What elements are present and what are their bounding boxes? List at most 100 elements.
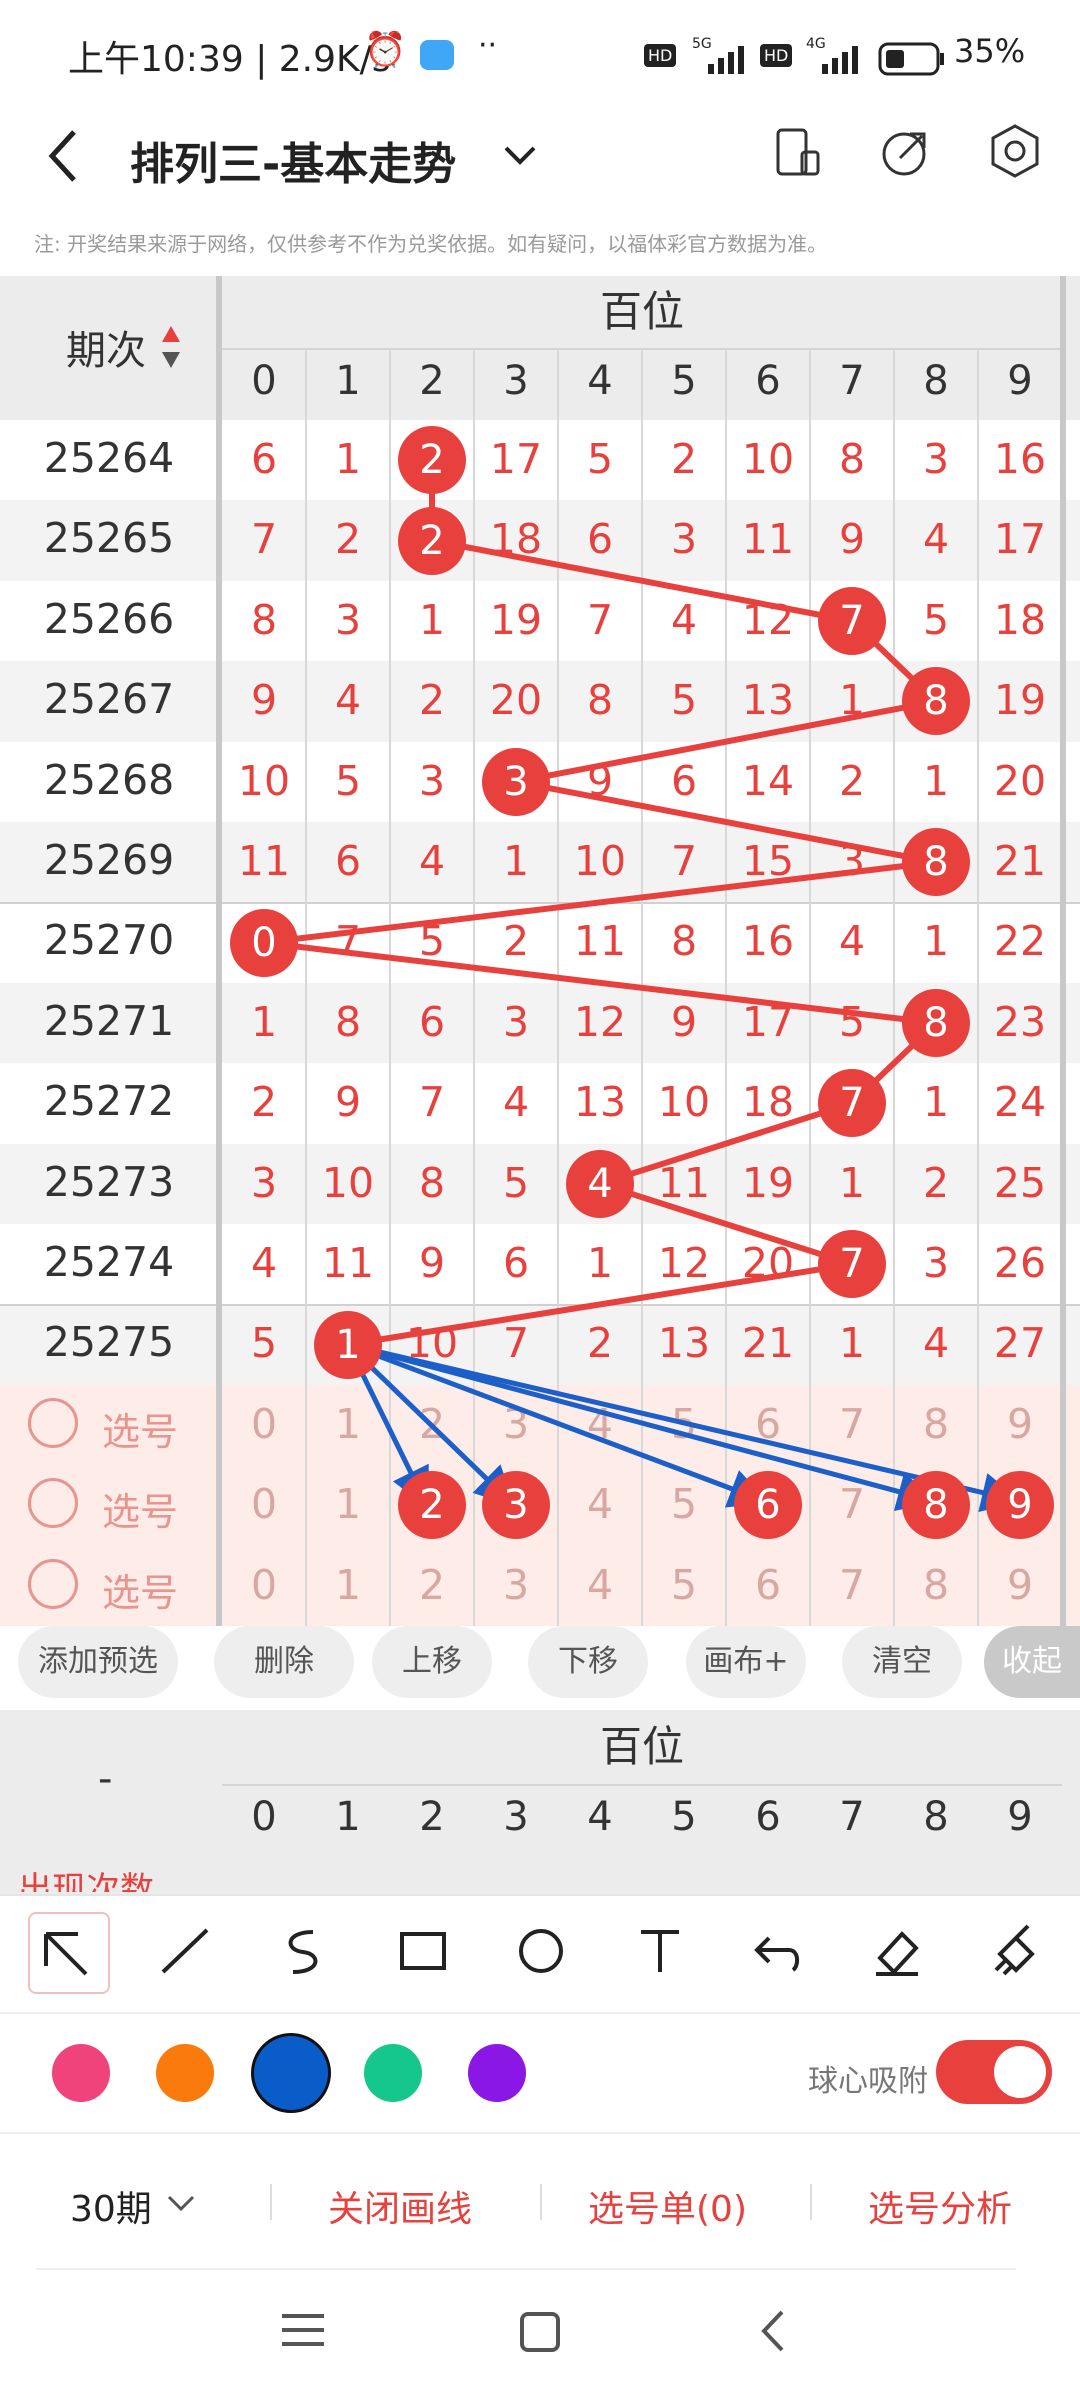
miss-count: 9: [838, 515, 866, 564]
pick-number[interactable]: 8: [894, 1400, 978, 1448]
color-swatch-green[interactable]: [364, 2044, 422, 2102]
color-swatch-orange[interactable]: [156, 2044, 214, 2102]
pick-number[interactable]: 1: [306, 1400, 390, 1448]
pick-number[interactable]: 5: [642, 1400, 726, 1448]
hit-ball: 2: [398, 506, 466, 575]
miss-count: 21: [741, 1319, 795, 1368]
pick-number[interactable]: 8: [894, 1561, 978, 1609]
selected-pick-ball[interactable]: 9: [986, 1471, 1054, 1540]
pick-number[interactable]: 0: [222, 1400, 306, 1448]
circle-icon[interactable]: [502, 1912, 580, 1990]
pick-number[interactable]: 0: [222, 1561, 306, 1609]
miss-count: 8: [334, 997, 362, 1046]
pick-number[interactable]: 3: [474, 1400, 558, 1448]
settings-icon[interactable]: [986, 122, 1044, 180]
miss-count: 1: [838, 676, 866, 725]
pick-number[interactable]: 7: [810, 1561, 894, 1609]
issue-column-header[interactable]: 期次: [66, 318, 146, 376]
color-swatch-purple[interactable]: [468, 2044, 526, 2102]
miss-count: 13: [573, 1078, 627, 1127]
divider: [270, 2184, 272, 2220]
page-title[interactable]: 排列三-基本走势: [130, 128, 456, 192]
eraser-icon[interactable]: [857, 1912, 936, 1990]
pick-number[interactable]: 1: [306, 1561, 390, 1609]
miss-count: 2: [418, 676, 446, 725]
pick-number[interactable]: 4: [558, 1400, 642, 1448]
action-button[interactable]: 下移: [528, 1626, 648, 1698]
pointer-icon[interactable]: [28, 1912, 110, 1994]
stats-digit-5: 5: [671, 1794, 697, 1840]
stats-header-divider: [222, 1784, 1062, 1786]
pick-number[interactable]: 9: [978, 1400, 1062, 1448]
pick-number[interactable]: 7: [810, 1400, 894, 1448]
device-rotate-icon[interactable]: [772, 124, 822, 180]
pick-radio[interactable]: [28, 1478, 78, 1529]
pick-number[interactable]: 2: [390, 1561, 474, 1609]
miss-count: 8: [586, 676, 614, 725]
app-bar: 排列三-基本走势: [0, 110, 1080, 230]
chevron-down-icon[interactable]: [500, 136, 540, 176]
back-nav-icon[interactable]: [758, 2308, 788, 2354]
pick-number[interactable]: 7: [810, 1480, 894, 1528]
pick-number[interactable]: 3: [474, 1561, 558, 1609]
home-nav-icon[interactable]: [518, 2310, 562, 2354]
pick-number[interactable]: 5: [642, 1480, 726, 1528]
selected-pick-ball[interactable]: 3: [482, 1471, 550, 1540]
undo-icon[interactable]: [739, 1912, 817, 1990]
menu-nav-icon[interactable]: [280, 2310, 326, 2350]
battery-icon: [878, 42, 944, 76]
issue-label: 25272: [43, 1077, 175, 1126]
pick-number[interactable]: 0: [222, 1480, 306, 1528]
stats-digit-9: 9: [1007, 1794, 1033, 1840]
stats-digit-4: 4: [587, 1794, 613, 1840]
selected-pick-ball[interactable]: 2: [398, 1471, 466, 1540]
text-icon[interactable]: [620, 1912, 699, 1990]
pick-number[interactable]: 5: [642, 1561, 726, 1609]
selected-pick-ball[interactable]: 8: [902, 1471, 970, 1540]
miss-count: 4: [838, 917, 866, 966]
hit-ball: 8: [902, 667, 970, 736]
share-icon[interactable]: [878, 124, 934, 180]
action-button[interactable]: 画布+: [686, 1626, 806, 1698]
pick-number[interactable]: 4: [558, 1561, 642, 1609]
snap-toggle[interactable]: [936, 2040, 1052, 2104]
pick-list-button[interactable]: 选号单(0): [588, 2180, 747, 2232]
selected-pick-ball[interactable]: 6: [734, 1471, 802, 1540]
pick-number[interactable]: 4: [558, 1480, 642, 1528]
pick-number[interactable]: 9: [978, 1561, 1062, 1609]
clear-icon-glyph: [994, 1924, 1035, 1976]
pick-number[interactable]: 2: [390, 1400, 474, 1448]
action-button[interactable]: 删除: [214, 1626, 354, 1698]
rectangle-icon[interactable]: [383, 1912, 462, 1990]
digit-header-1: 1: [335, 358, 361, 404]
pick-radio[interactable]: [28, 1558, 78, 1609]
sort-icon[interactable]: [160, 324, 182, 370]
curve-icon[interactable]: [265, 1912, 343, 1990]
pick-number[interactable]: 6: [726, 1400, 810, 1448]
action-button[interactable]: 清空: [842, 1626, 962, 1698]
miss-count: 25: [993, 1158, 1047, 1207]
status-bar: 上午10:39 | 2.9K/s ⏰ ·· HD 5G HD 4G 35%: [0, 0, 1080, 110]
miss-count: 1: [334, 435, 362, 483]
miss-count: 5: [922, 595, 950, 644]
pick-number[interactable]: 6: [726, 1561, 810, 1609]
back-icon[interactable]: [44, 126, 84, 186]
miss-count: 7: [250, 515, 278, 564]
pick-radio[interactable]: [28, 1397, 78, 1448]
miss-count: 15: [741, 837, 795, 885]
period-selector[interactable]: 30期: [70, 2180, 152, 2232]
stats-left-label: -: [98, 1756, 113, 1802]
clear-icon[interactable]: [976, 1912, 1054, 1990]
chevron-down-icon[interactable]: [166, 2192, 196, 2216]
action-button[interactable]: 收起: [984, 1626, 1080, 1698]
line-icon[interactable]: [146, 1912, 225, 1990]
pick-analysis-button[interactable]: 选号分析: [868, 2180, 1012, 2232]
close-lines-button[interactable]: 关闭画线: [328, 2180, 472, 2232]
action-button[interactable]: 添加预选: [18, 1626, 178, 1698]
color-swatch-pink[interactable]: [52, 2044, 110, 2102]
action-button[interactable]: 上移: [372, 1626, 492, 1698]
color-swatch-blue[interactable]: [254, 2036, 328, 2110]
miss-count: 7: [670, 837, 698, 885]
pick-number[interactable]: 1: [306, 1480, 390, 1528]
miss-count: 8: [670, 917, 698, 966]
